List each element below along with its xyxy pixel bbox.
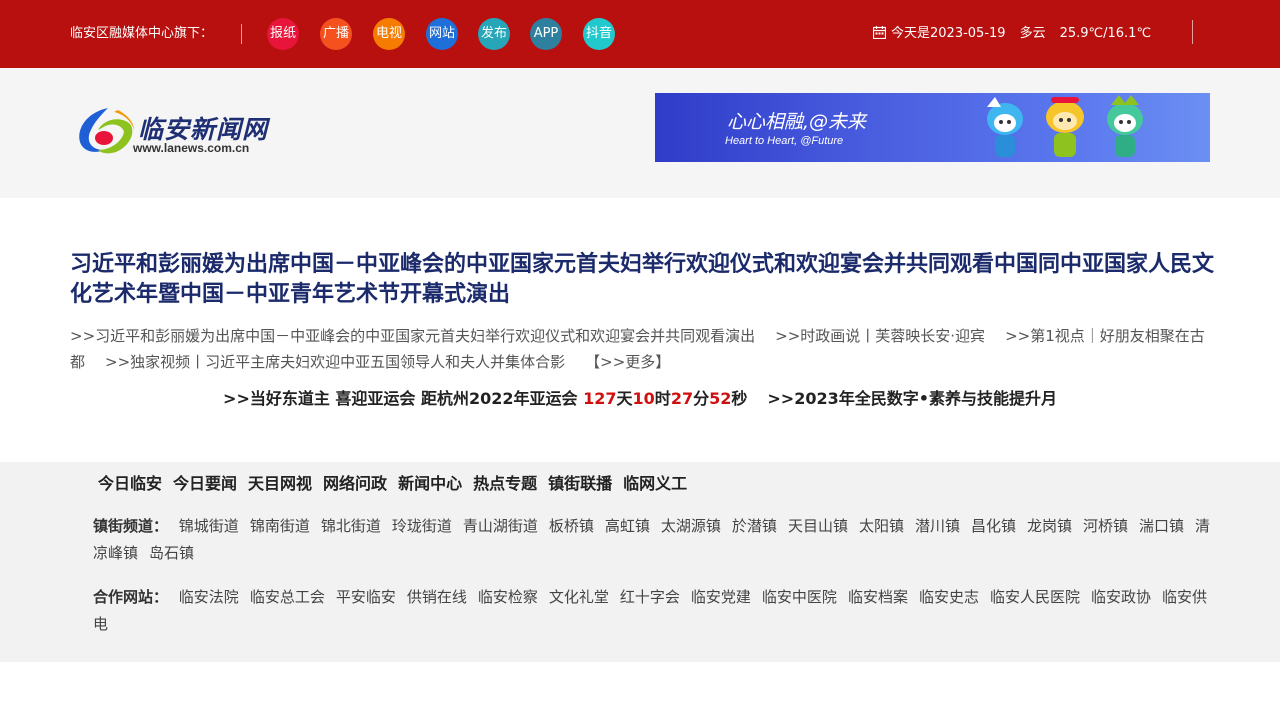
countdown-days-unit: 天 (616, 389, 633, 408)
countdown-seconds: 52 (709, 389, 732, 408)
partner-link[interactable]: 临安史志 (919, 588, 979, 606)
temperature-text: 25.9℃/16.1℃ (1059, 26, 1152, 41)
site-url: www.lanews.com.cn (133, 141, 250, 155)
town-link[interactable]: 锦南街道 (250, 517, 310, 535)
partner-link[interactable]: 供销在线 (407, 588, 467, 606)
town-link[interactable]: 青山湖街道 (463, 517, 538, 535)
media-button[interactable]: 抖音 (583, 18, 615, 50)
nav-item[interactable]: 今日临安 (98, 474, 162, 493)
town-channels-label: 镇街频道： (93, 517, 169, 535)
partner-link[interactable]: 临安党建 (691, 588, 751, 606)
partner-link[interactable]: 临安中医院 (762, 588, 837, 606)
mascots-icon (987, 95, 1143, 157)
media-button[interactable]: 电视 (373, 18, 405, 50)
nav-item[interactable]: 临网义工 (623, 474, 687, 493)
calendar-icon (872, 26, 887, 40)
partner-link[interactable]: 临安法院 (179, 588, 239, 606)
partner-link[interactable]: 临安检察 (478, 588, 538, 606)
partner-link[interactable]: 文化礼堂 (549, 588, 609, 606)
main-nav: 今日临安 今日要闻 天目网视 网络问政 新闻中心 热点专题 镇街联播 临网义工 (98, 474, 698, 494)
town-link[interactable]: 板桥镇 (549, 517, 594, 535)
partner-sites-label: 合作网站： (93, 588, 169, 606)
banner-slogan-en: Heart to Heart, @Future (725, 135, 844, 147)
nav-item[interactable]: 今日要闻 (173, 474, 237, 493)
asian-games-countdown: >>当好东道主 喜迎亚运会 距杭州2022年亚运会 127天10时27分52秒 >… (0, 388, 1280, 410)
media-group-label: 临安区融媒体中心旗下： (70, 26, 214, 41)
town-link[interactable]: 玲珑街道 (392, 517, 452, 535)
town-channels: 镇街频道： 锦城街道 锦南街道 锦北街道 玲珑街道 青山湖街道 板桥镇 高虹镇 太湖源镇 於潜镇… (93, 513, 1213, 567)
countdown-link[interactable]: >>当好东道主 喜迎亚运会 距杭州2022年亚运会 127天10时27分52秒 (223, 389, 747, 408)
more-link[interactable]: 【>>更多】 (585, 353, 670, 371)
banner-slogan: 心心相融,@未来 (727, 111, 867, 133)
divider (1192, 20, 1193, 44)
partner-link[interactable]: 临安政协 (1091, 588, 1151, 606)
media-button[interactable]: 发布 (478, 18, 510, 50)
countdown-hours-unit: 时 (654, 389, 671, 408)
countdown-hours: 10 (632, 389, 655, 408)
partner-sites: 合作网站： 临安法院 临安总工会 平安临安 供销在线 临安检察 文化礼堂 红十字会 临安党建临… (93, 584, 1213, 638)
town-link[interactable]: 太湖源镇 (661, 517, 721, 535)
media-button[interactable]: 网站 (426, 18, 458, 50)
town-link[interactable]: 潜川镇 (915, 517, 960, 535)
countdown-minutes-unit: 分 (693, 389, 710, 408)
related-link[interactable]: >>时政画说丨芙蓉映长安·迎宾 (775, 327, 985, 345)
partner-link[interactable]: 平安临安 (336, 588, 396, 606)
countdown-minutes: 27 (670, 389, 694, 408)
nav-item[interactable]: 热点专题 (473, 474, 537, 493)
town-link[interactable]: 岛石镇 (149, 544, 194, 562)
nav-item[interactable]: 新闻中心 (398, 474, 462, 493)
date-text: 今天是2023-05-19 (891, 26, 1006, 41)
countdown-prefix: >>当好东道主 喜迎亚运会 距杭州2022年亚运会 (223, 389, 584, 408)
media-button[interactable]: 报纸 (267, 18, 299, 50)
headline-link[interactable]: 习近平和彭丽媛为出席中国－中亚峰会的中亚国家元首夫妇举行欢迎仪式和欢迎宴会并共同… (70, 250, 1215, 310)
nav-item[interactable]: 网络问政 (323, 474, 387, 493)
media-button[interactable]: APP (530, 18, 562, 50)
asian-games-banner[interactable]: 心心相融,@未来 Heart to Heart, @Future (655, 93, 1210, 162)
countdown-seconds-unit: 秒 (731, 389, 748, 408)
town-link[interactable]: 於潜镇 (732, 517, 777, 535)
partner-link[interactable]: 红十字会 (620, 588, 680, 606)
related-link[interactable]: >>习近平和彭丽媛为出席中国－中亚峰会的中亚国家元首夫妇举行欢迎仪式和欢迎宴会并… (70, 327, 755, 345)
related-links: >>习近平和彭丽媛为出席中国－中亚峰会的中亚国家元首夫妇举行欢迎仪式和欢迎宴会并… (70, 323, 1215, 375)
town-link[interactable]: 湍口镇 (1139, 517, 1184, 535)
countdown-days: 127 (583, 389, 617, 408)
related-link[interactable]: >>独家视频丨习近平主席夫妇欢迎中亚五国领导人和夫人并集体合影 (105, 353, 565, 371)
town-link[interactable]: 天目山镇 (788, 517, 848, 535)
town-link[interactable]: 昌化镇 (971, 517, 1016, 535)
nav-item[interactable]: 天目网视 (248, 474, 312, 493)
partner-link[interactable]: 临安人民医院 (990, 588, 1080, 606)
date-weather: 今天是2023-05-19 多云 25.9℃/16.1℃ (872, 24, 1152, 44)
town-link[interactable]: 高虹镇 (605, 517, 650, 535)
partner-link[interactable]: 临安档案 (848, 588, 908, 606)
town-link[interactable]: 龙岗镇 (1027, 517, 1072, 535)
media-button[interactable]: 广播 (320, 18, 352, 50)
town-link[interactable]: 锦城街道 (179, 517, 239, 535)
digital-literacy-link[interactable]: >>2023年全民数字•素养与技能提升月 (767, 389, 1057, 408)
weather-text: 多云 (1019, 26, 1046, 41)
town-link[interactable]: 河桥镇 (1083, 517, 1128, 535)
divider (241, 24, 242, 44)
town-link[interactable]: 太阳镇 (859, 517, 904, 535)
town-link[interactable]: 锦北街道 (321, 517, 381, 535)
nav-item[interactable]: 镇街联播 (548, 474, 612, 493)
partner-link[interactable]: 临安总工会 (250, 588, 325, 606)
